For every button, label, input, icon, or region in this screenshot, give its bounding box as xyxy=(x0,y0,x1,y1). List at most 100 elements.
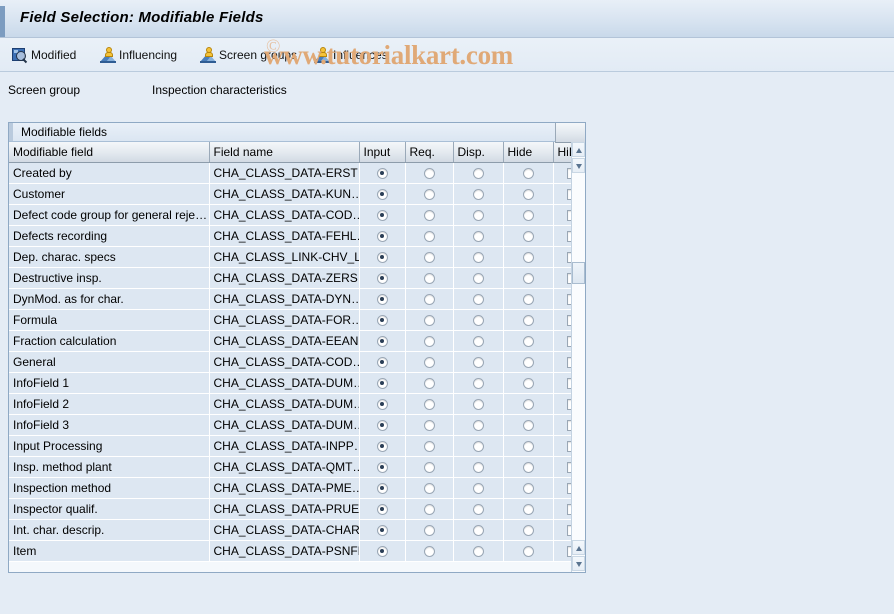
column-header-modifiable-field[interactable]: Modifiable field xyxy=(9,142,210,163)
radio-disp[interactable] xyxy=(472,272,484,284)
cell-disp-radio[interactable] xyxy=(453,456,504,478)
radio-disp[interactable] xyxy=(472,482,484,494)
cell-req-radio[interactable] xyxy=(405,540,454,562)
toolbar-button-influencing[interactable]: Influencing xyxy=(96,42,181,68)
cell-req-radio[interactable] xyxy=(405,246,454,268)
cell-req-radio[interactable] xyxy=(405,414,454,436)
radio-input[interactable] xyxy=(376,356,388,368)
radio-req[interactable] xyxy=(423,398,435,410)
radio-hide[interactable] xyxy=(522,503,534,515)
cell-input-radio[interactable] xyxy=(359,309,406,331)
radio-input[interactable] xyxy=(376,524,388,536)
scroll-down-arrow-icon[interactable] xyxy=(572,158,585,173)
radio-input[interactable] xyxy=(376,314,388,326)
cell-req-radio[interactable] xyxy=(405,477,454,499)
table-row[interactable]: Customer CHA_CLASS_DATA-KUN… xyxy=(9,183,585,205)
cell-disp-radio[interactable] xyxy=(453,309,504,331)
radio-hide[interactable] xyxy=(522,272,534,284)
cell-hide-radio[interactable] xyxy=(503,162,554,184)
cell-hide-radio[interactable] xyxy=(503,456,554,478)
cell-disp-radio[interactable] xyxy=(453,267,504,289)
table-row[interactable]: Dep. charac. specs CHA_CLASS_LINK-CHV_L… xyxy=(9,246,585,268)
cell-req-radio[interactable] xyxy=(405,393,454,415)
radio-input[interactable] xyxy=(376,293,388,305)
cell-disp-radio[interactable] xyxy=(453,183,504,205)
table-row[interactable]: Created by CHA_CLASS_DATA-ERST… xyxy=(9,162,585,184)
radio-disp[interactable] xyxy=(472,356,484,368)
radio-disp[interactable] xyxy=(472,524,484,536)
cell-hide-radio[interactable] xyxy=(503,288,554,310)
table-row[interactable]: Int. char. descrip. CHA_CLASS_DATA-CHAR… xyxy=(9,519,585,541)
radio-hide[interactable] xyxy=(522,293,534,305)
cell-hide-radio[interactable] xyxy=(503,246,554,268)
cell-input-radio[interactable] xyxy=(359,225,406,247)
table-row[interactable]: InfoField 2 CHA_CLASS_DATA-DUM… xyxy=(9,393,585,415)
cell-req-radio[interactable] xyxy=(405,456,454,478)
radio-input[interactable] xyxy=(376,377,388,389)
cell-hide-radio[interactable] xyxy=(503,414,554,436)
cell-input-radio[interactable] xyxy=(359,351,406,373)
column-header-field-name[interactable]: Field name xyxy=(209,142,360,163)
radio-input[interactable] xyxy=(376,251,388,263)
radio-input[interactable] xyxy=(376,503,388,515)
radio-disp[interactable] xyxy=(472,230,484,242)
radio-hide[interactable] xyxy=(522,251,534,263)
cell-disp-radio[interactable] xyxy=(453,351,504,373)
radio-req[interactable] xyxy=(423,230,435,242)
radio-hide[interactable] xyxy=(522,524,534,536)
cell-hide-radio[interactable] xyxy=(503,498,554,520)
table-row[interactable]: Defects recording CHA_CLASS_DATA-FEHL… xyxy=(9,225,585,247)
radio-input[interactable] xyxy=(376,167,388,179)
cell-input-radio[interactable] xyxy=(359,456,406,478)
cell-req-radio[interactable] xyxy=(405,498,454,520)
scrollbar-thumb[interactable] xyxy=(572,262,585,284)
radio-hide[interactable] xyxy=(522,377,534,389)
cell-hide-radio[interactable] xyxy=(503,183,554,205)
radio-input[interactable] xyxy=(376,461,388,473)
radio-input[interactable] xyxy=(376,335,388,347)
radio-hide[interactable] xyxy=(522,398,534,410)
radio-hide[interactable] xyxy=(522,188,534,200)
cell-input-radio[interactable] xyxy=(359,498,406,520)
cell-input-radio[interactable] xyxy=(359,414,406,436)
cell-req-radio[interactable] xyxy=(405,309,454,331)
cell-input-radio[interactable] xyxy=(359,183,406,205)
radio-req[interactable] xyxy=(423,419,435,431)
column-header-hide[interactable]: Hide xyxy=(503,142,554,163)
cell-input-radio[interactable] xyxy=(359,435,406,457)
radio-req[interactable] xyxy=(423,482,435,494)
radio-disp[interactable] xyxy=(472,503,484,515)
radio-disp[interactable] xyxy=(472,440,484,452)
cell-disp-radio[interactable] xyxy=(453,204,504,226)
radio-req[interactable] xyxy=(423,356,435,368)
column-header-input[interactable]: Input xyxy=(359,142,406,163)
cell-hide-radio[interactable] xyxy=(503,267,554,289)
cell-disp-radio[interactable] xyxy=(453,372,504,394)
cell-hide-radio[interactable] xyxy=(503,351,554,373)
cell-hide-radio[interactable] xyxy=(503,372,554,394)
radio-input[interactable] xyxy=(376,545,388,557)
radio-req[interactable] xyxy=(423,188,435,200)
radio-req[interactable] xyxy=(423,503,435,515)
radio-hide[interactable] xyxy=(522,209,534,221)
cell-input-radio[interactable] xyxy=(359,246,406,268)
radio-req[interactable] xyxy=(423,272,435,284)
cell-hide-radio[interactable] xyxy=(503,393,554,415)
cell-disp-radio[interactable] xyxy=(453,393,504,415)
cell-req-radio[interactable] xyxy=(405,225,454,247)
table-row[interactable]: InfoField 3 CHA_CLASS_DATA-DUM… xyxy=(9,414,585,436)
cell-disp-radio[interactable] xyxy=(453,435,504,457)
radio-hide[interactable] xyxy=(522,440,534,452)
cell-req-radio[interactable] xyxy=(405,267,454,289)
radio-hide[interactable] xyxy=(522,335,534,347)
cell-disp-radio[interactable] xyxy=(453,162,504,184)
radio-req[interactable] xyxy=(423,314,435,326)
cell-disp-radio[interactable] xyxy=(453,288,504,310)
table-row[interactable]: Item CHA_CLASS_DATA-PSNFH xyxy=(9,540,585,562)
table-row[interactable]: General CHA_CLASS_DATA-COD… xyxy=(9,351,585,373)
radio-input[interactable] xyxy=(376,398,388,410)
radio-hide[interactable] xyxy=(522,482,534,494)
column-header-req[interactable]: Req. xyxy=(405,142,454,163)
cell-input-radio[interactable] xyxy=(359,330,406,352)
cell-input-radio[interactable] xyxy=(359,204,406,226)
